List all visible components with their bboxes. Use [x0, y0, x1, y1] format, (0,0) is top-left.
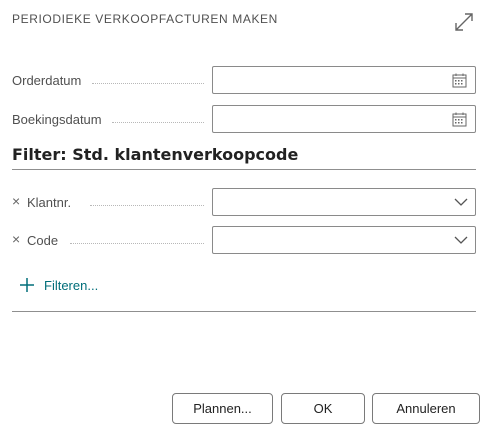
customer-no-field[interactable] [212, 188, 476, 216]
plan-button[interactable]: Plannen... [172, 393, 273, 424]
footer-divider [12, 311, 476, 312]
dialog-title: PERIODIEKE VERKOOPFACTUREN MAKEN [12, 12, 278, 26]
add-filter-link[interactable]: Filteren... [19, 276, 98, 294]
plus-icon [20, 278, 34, 292]
posting-date-label: Boekingsdatum [12, 112, 102, 127]
order-date-row: Orderdatum [12, 66, 476, 94]
leader-dots [90, 205, 204, 206]
customer-no-label: Klantnr. [27, 195, 72, 210]
add-filter-label: Filteren... [44, 277, 99, 293]
code-filter-row: × Code [12, 226, 476, 254]
code-input[interactable] [219, 231, 443, 251]
expand-icon[interactable] [453, 11, 475, 33]
order-date-label: Orderdatum [12, 73, 82, 88]
remove-filter-icon[interactable]: × [12, 232, 26, 246]
calendar-icon[interactable] [452, 112, 467, 127]
leader-dots [70, 243, 204, 244]
chevron-down-icon[interactable] [454, 197, 468, 207]
remove-filter-icon[interactable]: × [12, 194, 26, 208]
customer-no-filter-row: × Klantnr. [12, 188, 476, 216]
customer-no-input[interactable] [219, 193, 443, 213]
posting-date-row: Boekingsdatum [12, 105, 476, 133]
code-label: Code [27, 233, 59, 248]
order-date-field[interactable] [212, 66, 476, 94]
filter-section-title: Filter: Std. klantenverkoopcode [12, 145, 299, 164]
posting-date-field[interactable] [212, 105, 476, 133]
calendar-icon[interactable] [452, 73, 467, 88]
leader-dots [92, 83, 204, 84]
chevron-down-icon[interactable] [454, 235, 468, 245]
cancel-button[interactable]: Annuleren [372, 393, 480, 424]
posting-date-input[interactable] [219, 110, 443, 130]
code-field[interactable] [212, 226, 476, 254]
section-divider [12, 169, 476, 170]
leader-dots [112, 122, 204, 123]
ok-button[interactable]: OK [281, 393, 365, 424]
order-date-input[interactable] [219, 71, 443, 91]
